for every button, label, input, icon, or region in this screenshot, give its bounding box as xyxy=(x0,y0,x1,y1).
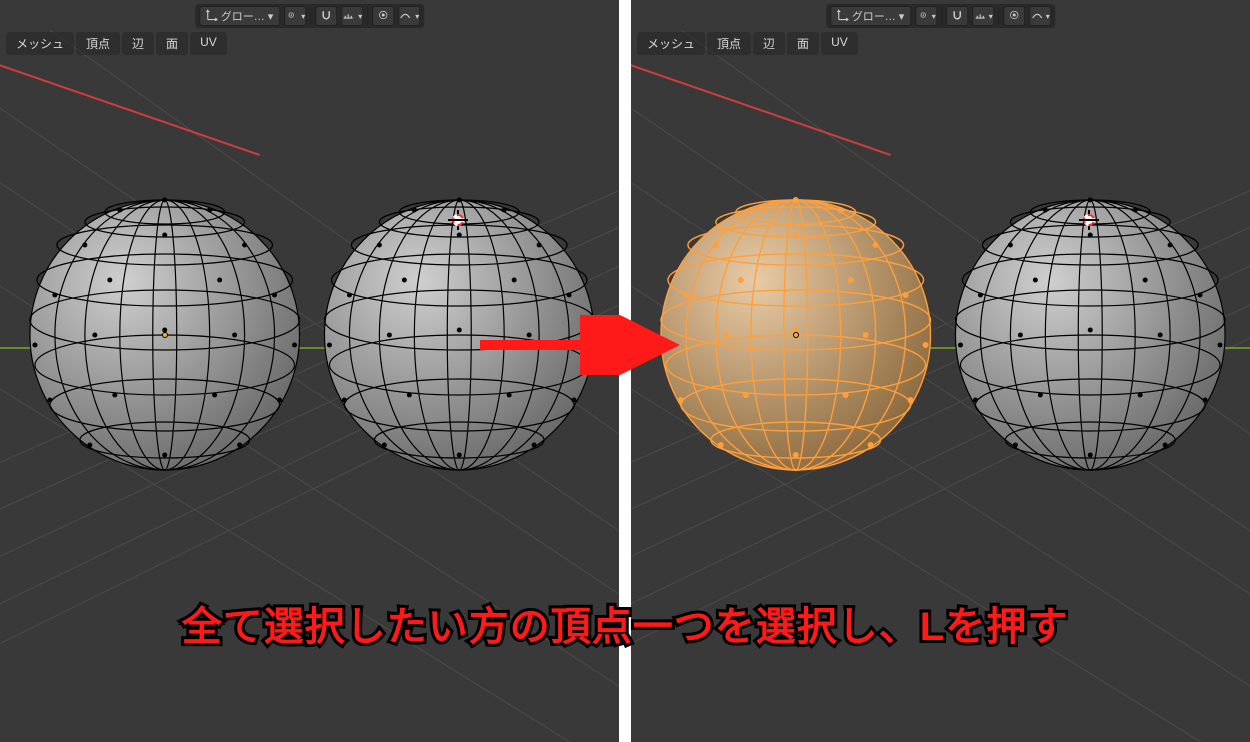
sphere-right-unselected xyxy=(955,198,1225,471)
menu-vertex[interactable]: 頂点 xyxy=(76,32,120,55)
axis-x xyxy=(0,48,260,155)
orientation-icon xyxy=(206,9,218,24)
falloff-smooth-icon xyxy=(1031,9,1043,24)
prop-edit-toggle[interactable] xyxy=(372,6,394,26)
separator xyxy=(998,7,999,25)
axis-x xyxy=(631,48,891,155)
pivot-dropdown[interactable]: ▾ xyxy=(915,6,937,26)
chevron-down-icon: ▾ xyxy=(268,10,274,23)
header-toolbar: グロー… ▾ ▾ ▾ xyxy=(826,4,1056,28)
menu-uv[interactable]: UV xyxy=(821,32,858,55)
prop-edit-toggle[interactable] xyxy=(1003,6,1025,26)
orientation-icon xyxy=(837,9,849,24)
pivot-icon xyxy=(285,9,297,24)
chevron-down-icon: ▾ xyxy=(1046,12,1050,21)
menu-face[interactable]: 面 xyxy=(156,32,188,55)
separator xyxy=(941,7,942,25)
chevron-down-icon: ▾ xyxy=(899,10,905,23)
menu-edge[interactable]: 辺 xyxy=(122,32,154,55)
3d-cursor xyxy=(1079,210,1099,230)
snap-mode-dropdown[interactable]: ▾ xyxy=(341,6,363,26)
object-origin xyxy=(162,332,168,338)
pivot-dropdown[interactable]: ▾ xyxy=(284,6,306,26)
chevron-down-icon: ▾ xyxy=(932,12,936,21)
falloff-smooth-icon xyxy=(399,9,411,24)
mode-menu-row: メッシュ 頂点 辺 面 UV xyxy=(6,32,227,55)
header-toolbar: グロー… ▾ ▾ ▾ xyxy=(195,4,425,28)
menu-uv[interactable]: UV xyxy=(190,32,227,55)
prop-falloff-dropdown[interactable]: ▾ xyxy=(1029,6,1051,26)
menu-edge[interactable]: 辺 xyxy=(753,32,785,55)
prop-edit-icon xyxy=(377,9,389,24)
3d-cursor xyxy=(448,210,468,230)
chevron-down-icon: ▾ xyxy=(301,12,305,21)
magnet-icon xyxy=(951,9,963,24)
menu-mesh[interactable]: メッシュ xyxy=(637,32,705,55)
snap-increment-icon xyxy=(342,9,354,24)
menu-mesh[interactable]: メッシュ xyxy=(6,32,74,55)
menu-vertex[interactable]: 頂点 xyxy=(707,32,751,55)
snap-toggle[interactable] xyxy=(315,6,337,26)
annotation-caption: 全て選択したい方の頂点一つを選択し、Lを押す xyxy=(0,594,1250,652)
orientation-label: グロー… xyxy=(852,8,896,24)
separator xyxy=(367,7,368,25)
pivot-icon xyxy=(917,9,929,24)
menu-face[interactable]: 面 xyxy=(787,32,819,55)
chevron-down-icon: ▾ xyxy=(358,12,362,21)
object-origin xyxy=(793,332,799,338)
chevron-down-icon: ▾ xyxy=(989,12,993,21)
separator xyxy=(310,7,311,25)
prop-falloff-dropdown[interactable]: ▾ xyxy=(398,6,420,26)
prop-edit-icon xyxy=(1008,9,1020,24)
snap-mode-dropdown[interactable]: ▾ xyxy=(972,6,994,26)
chevron-down-icon: ▾ xyxy=(415,12,419,21)
snap-increment-icon xyxy=(974,9,986,24)
mode-menu-row: メッシュ 頂点 辺 面 UV xyxy=(637,32,858,55)
magnet-icon xyxy=(320,9,332,24)
annotation-arrow xyxy=(470,315,690,375)
orientation-dropdown[interactable]: グロー… ▾ xyxy=(830,6,912,26)
orientation-dropdown[interactable]: グロー… ▾ xyxy=(199,6,281,26)
snap-toggle[interactable] xyxy=(946,6,968,26)
orientation-label: グロー… xyxy=(221,8,265,24)
